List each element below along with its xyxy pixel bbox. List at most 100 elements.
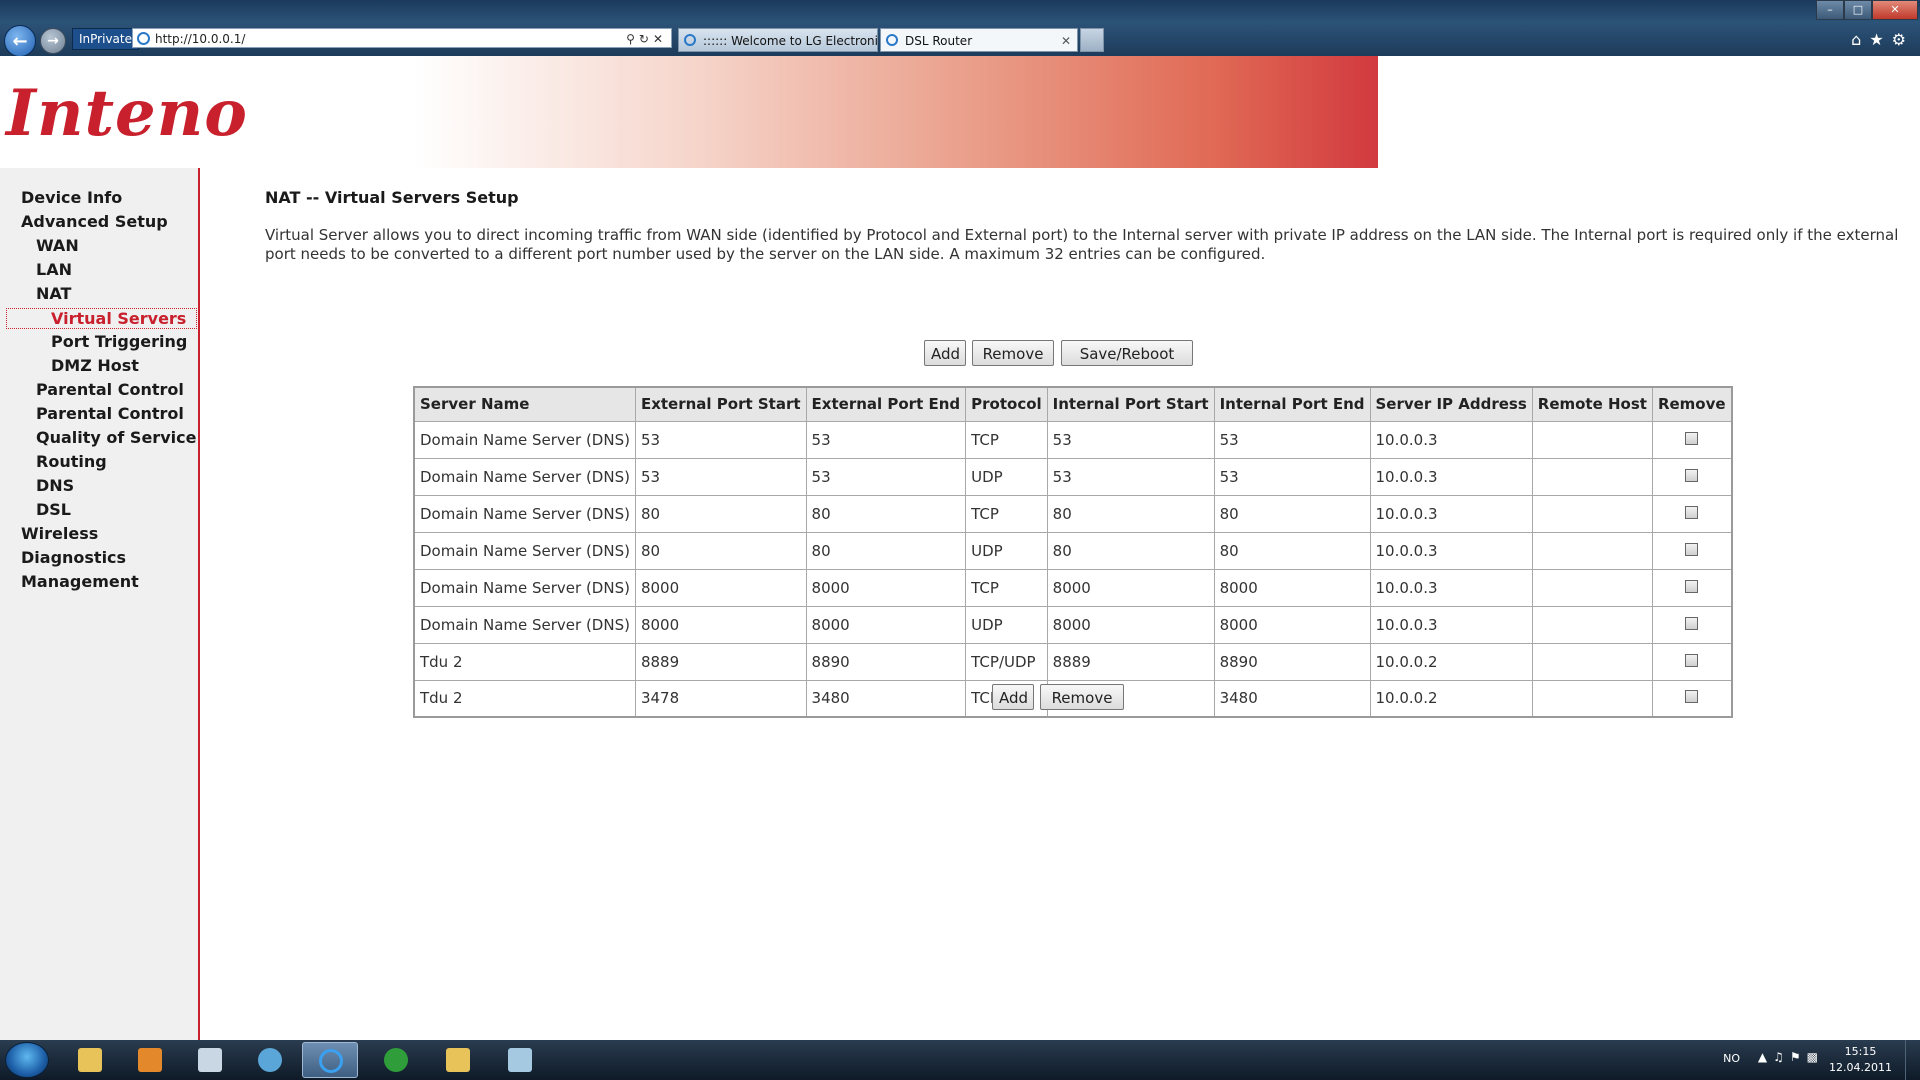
favorites-star-icon[interactable]: ★: [1869, 30, 1891, 49]
sidebar-item-wireless[interactable]: Wireless: [21, 524, 98, 543]
folder-icon: [446, 1048, 470, 1072]
taskbar-internet-explorer[interactable]: [302, 1042, 358, 1078]
cell-remove: [1651, 457, 1733, 496]
remove-checkbox[interactable]: [1685, 653, 1699, 667]
sidebar-item-device-info[interactable]: Device Info: [21, 188, 122, 207]
show-desktop-button[interactable]: [1905, 1040, 1920, 1080]
remove-checkbox[interactable]: [1685, 505, 1699, 519]
cell-internal-port-end: 8000: [1213, 568, 1371, 607]
home-icon[interactable]: ⌂: [1851, 30, 1869, 49]
refresh-icon[interactable]: ↻: [639, 32, 653, 46]
remove-checkbox[interactable]: [1685, 431, 1699, 445]
cell-protocol: TCP/UDP: [965, 642, 1048, 681]
sidebar-item-parental-control[interactable]: Parental Control: [36, 380, 184, 399]
search-icon[interactable]: ⚲: [626, 32, 639, 46]
clock[interactable]: 15:15 12.04.2011: [1829, 1044, 1892, 1076]
language-indicator[interactable]: NO: [1723, 1052, 1740, 1065]
sidebar-item-parental-control-2[interactable]: Parental Control: [36, 404, 184, 423]
page-description: Virtual Server allows you to direct inco…: [265, 226, 1899, 263]
cell-remove: [1651, 642, 1733, 681]
cell-external-port-start: 80: [634, 531, 807, 570]
tab-lg-electronics[interactable]: :::::: Welcome to LG Electronic...: [678, 28, 878, 52]
add-button-top[interactable]: Add: [924, 340, 966, 366]
gear-icon[interactable]: ⚙: [1892, 30, 1914, 49]
remove-button-top[interactable]: Remove: [972, 340, 1054, 366]
taskbar-app-3[interactable]: [182, 1042, 238, 1078]
cell-external-port-start: 53: [634, 420, 807, 459]
table-header-row: Server Name External Port Start External…: [413, 386, 1733, 422]
remove-checkbox[interactable]: [1685, 468, 1699, 482]
cell-remove: [1651, 420, 1733, 459]
cell-server-name: Domain Name Server (DNS): [413, 605, 636, 644]
cell-remote-host: [1531, 531, 1653, 570]
sidebar-item-advanced-setup[interactable]: Advanced Setup: [21, 212, 168, 231]
taskbar-notes[interactable]: [492, 1042, 548, 1078]
sidebar-item-wan[interactable]: WAN: [36, 236, 79, 255]
cell-internal-port-start: 80: [1046, 531, 1215, 570]
sidebar-item-dsl[interactable]: DSL: [36, 500, 71, 519]
sidebar-item-virtual-servers[interactable]: Virtual Servers: [6, 308, 197, 329]
remove-checkbox[interactable]: [1685, 542, 1699, 556]
taskbar-messenger[interactable]: [242, 1042, 298, 1078]
col-header-internal-port-end: Internal Port End: [1213, 386, 1371, 422]
sidebar-item-port-triggering[interactable]: Port Triggering: [51, 332, 187, 351]
sidebar-item-quality-of-service[interactable]: Quality of Service: [36, 428, 196, 447]
cell-internal-port-start: 8000: [1046, 605, 1215, 644]
cell-internal-port-end: 3480: [1213, 679, 1371, 718]
address-tools[interactable]: ⚲↻✕: [626, 29, 667, 49]
start-button[interactable]: [5, 1042, 49, 1078]
remove-button-bottom[interactable]: Remove: [1040, 684, 1124, 710]
back-button[interactable]: ←: [4, 25, 36, 57]
cell-internal-port-start: 80: [1046, 494, 1215, 533]
flag-icon[interactable]: ⚑: [1790, 1050, 1807, 1064]
notes-icon: [508, 1048, 532, 1072]
remove-checkbox[interactable]: [1685, 616, 1699, 630]
close-tab-icon[interactable]: ✕: [1061, 29, 1071, 51]
network-icon[interactable]: ▩: [1807, 1050, 1824, 1064]
remove-checkbox[interactable]: [1685, 690, 1699, 704]
volume-icon[interactable]: ♫: [1773, 1050, 1790, 1064]
cell-server-ip: 10.0.0.2: [1369, 642, 1533, 681]
tab-label: DSL Router: [905, 34, 973, 48]
sidebar-item-routing[interactable]: Routing: [36, 452, 107, 471]
close-window-button[interactable]: ✕: [1872, 0, 1918, 20]
sidebar-item-management[interactable]: Management: [21, 572, 139, 591]
tab-dsl-router[interactable]: DSL Router ✕: [880, 28, 1078, 52]
taskbar-explorer-2[interactable]: [430, 1042, 486, 1078]
clock-time: 15:15: [1844, 1045, 1877, 1058]
sidebar-item-lan[interactable]: LAN: [36, 260, 72, 279]
cell-remote-host: [1531, 457, 1653, 496]
sidebar-item-nat[interactable]: NAT: [36, 284, 71, 303]
stop-icon[interactable]: ✕: [653, 32, 667, 46]
ie-icon: [319, 1049, 343, 1073]
taskbar-media-player[interactable]: [122, 1042, 178, 1078]
sidebar-item-dns[interactable]: DNS: [36, 476, 74, 495]
save-reboot-button[interactable]: Save/Reboot: [1061, 340, 1193, 366]
cell-remote-host: [1531, 679, 1653, 718]
forward-button[interactable]: →: [40, 28, 66, 54]
cell-external-port-start: 80: [634, 494, 807, 533]
remove-checkbox[interactable]: [1685, 579, 1699, 593]
cell-server-ip: 10.0.0.3: [1369, 420, 1533, 459]
tray-icons: ▲♫⚑▩: [1758, 1050, 1824, 1064]
address-bar[interactable]: http://10.0.0.1/ ⚲↻✕: [132, 28, 672, 48]
show-hidden-icon[interactable]: ▲: [1758, 1050, 1773, 1064]
cell-server-name: Domain Name Server (DNS): [413, 494, 636, 533]
maximize-button[interactable]: □: [1844, 0, 1872, 20]
page-title: NAT -- Virtual Servers Setup: [265, 188, 519, 207]
new-tab-button[interactable]: [1080, 28, 1104, 52]
minimize-button[interactable]: –: [1816, 0, 1844, 20]
taskbar-explorer[interactable]: [62, 1042, 118, 1078]
cell-external-port-start: 8889: [634, 642, 807, 681]
sidebar-item-dmz-host[interactable]: DMZ Host: [51, 356, 139, 375]
header-banner: Inteno: [0, 56, 1378, 168]
cell-remove: [1651, 494, 1733, 533]
cell-server-ip: 10.0.0.2: [1369, 679, 1533, 718]
sidebar-menu: Device Info Advanced Setup WAN LAN NAT V…: [0, 168, 200, 1040]
sidebar-item-diagnostics[interactable]: Diagnostics: [21, 548, 126, 567]
cell-external-port-start: 3478: [634, 679, 807, 718]
taskbar-utorrent[interactable]: [368, 1042, 424, 1078]
col-header-external-port-end: External Port End: [805, 386, 967, 422]
utorrent-icon: [384, 1048, 408, 1072]
add-button-bottom[interactable]: Add: [992, 684, 1034, 710]
